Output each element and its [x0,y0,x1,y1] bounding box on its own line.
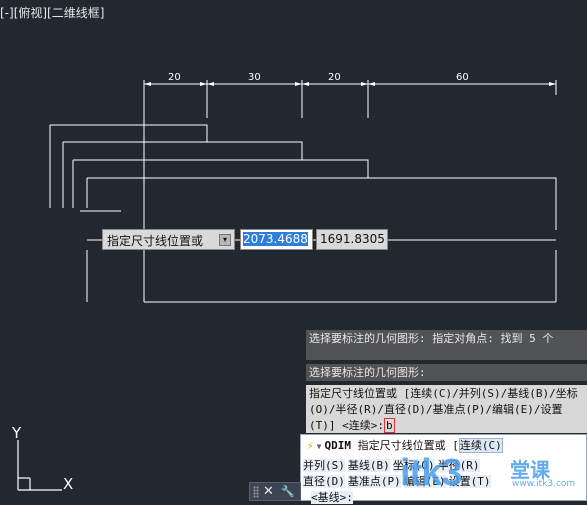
options-dropdown-icon[interactable]: ▾ [219,234,231,246]
option-diameter[interactable]: 直径(D) [303,475,345,488]
autocomplete-options-row: 直径(D) 基准点(P) 编辑(E) 设置(T) [303,473,494,489]
option-default: <基线>: [311,491,353,504]
option-continue[interactable]: 连续(C) [458,438,503,453]
dynamic-input-field-2[interactable]: 1691.8305 [316,229,388,250]
autocomplete-prompt: 指定尺寸线位置或 [ [357,439,459,452]
dimension-text: 30 [248,72,261,83]
dynamic-input-value-1: 2073.4688 [243,232,308,246]
option-datum-point[interactable]: 基准点(P) [347,475,401,488]
dimension-text: 20 [168,72,181,83]
prompt-label: 指定尺寸线位置或 [107,234,204,248]
dimension-text: 20 [328,72,341,83]
ucs-x-label: X [63,475,74,493]
geom-line [50,124,208,142]
dynamic-input-prompt[interactable]: 指定尺寸线位置或 ▾ [102,229,235,250]
command-typed-input[interactable]: b [383,418,395,433]
ucs-icon [17,440,62,491]
dropdown-triangle-icon[interactable]: ▼ [317,442,322,451]
autocomplete-command: QDIM [324,439,351,452]
watermark-brand: itk3 [400,452,462,494]
command-line[interactable]: 指定尺寸线位置或 [连续(C)/并列(S)/基线(B)/坐标(O)/半径(R)/… [306,385,587,433]
dimension-text: 60 [456,72,469,83]
geom-line [63,141,303,160]
autocomplete-options-row: <基线>: [311,489,356,505]
command-line-toolbar: ✕ 🔧 [249,482,301,501]
geom-line [73,159,369,178]
geom-line [87,177,557,230]
dynamic-input-field-1[interactable]: 2073.4688 [240,229,313,250]
command-history-line: 选择要标注的几何图形: [306,364,587,381]
command-history-line: 选择要标注的几何图形: 指定对角点: 找到 5 个 [306,330,587,360]
lightning-icon: ⚡ [307,439,314,452]
option-baseline[interactable]: 基线(B) [347,459,390,472]
wrench-icon[interactable]: 🔧 [281,483,295,501]
drag-grip-icon[interactable] [253,486,259,498]
drawing-geometry [49,80,557,303]
option-parallel[interactable]: 并列(S) [303,459,345,472]
close-icon[interactable]: ✕ [263,483,274,501]
watermark-url: www.itk3.com [512,479,576,489]
command-prompt-text: 指定尺寸线位置或 [连续(C)/并列(S)/基线(B)/坐标(O)/半径(R)/… [309,387,578,432]
ucs-y-label: Y [12,424,22,442]
viewport-controls[interactable]: [-][俯视][二维线框] [0,4,104,21]
